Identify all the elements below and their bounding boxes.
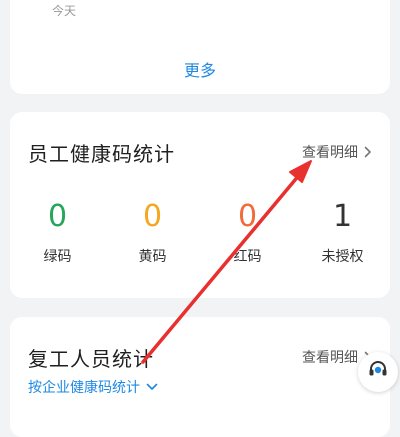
view-details-label: 查看明细	[302, 145, 358, 161]
yellow-code-count: 0	[142, 199, 163, 234]
today-card: 今天 更多	[10, 0, 390, 94]
yellow-code-label: 黄码	[138, 249, 167, 265]
unauthorized-label: 未授权	[321, 249, 364, 265]
green-code-count: 0	[47, 199, 68, 234]
stat-yellow-code[interactable]: 0 黄码	[105, 200, 200, 266]
customer-service-icon	[366, 358, 390, 386]
health-code-stats-row: 0 绿码 0 黄码 0 红码 1 未授权	[10, 200, 390, 266]
chevron-right-icon	[364, 146, 372, 158]
health-code-filter-dropdown[interactable]: 按企业健康码统计	[28, 377, 158, 397]
health-code-stats-card: 员工健康码统计 查看明细 0 绿码 0 黄码 0 红码 1 未授权	[10, 112, 390, 298]
return-work-stats-card: 复工人员统计 查看明细 按企业健康码统计	[10, 317, 390, 437]
health-view-details-link[interactable]: 查看明细	[302, 142, 372, 162]
chevron-down-icon	[146, 383, 158, 391]
stat-green-code[interactable]: 0 绿码	[10, 200, 105, 266]
filter-label: 按企业健康码统计	[28, 380, 140, 396]
stat-red-code[interactable]: 0 红码	[200, 200, 295, 266]
return-work-stats-title: 复工人员统计	[28, 347, 154, 371]
red-code-label: 红码	[233, 249, 262, 265]
unauthorized-count: 1	[332, 199, 353, 234]
view-details-label: 查看明细	[302, 350, 358, 366]
green-code-label: 绿码	[43, 249, 72, 265]
stat-unauthorized[interactable]: 1 未授权	[295, 200, 390, 266]
customer-service-button[interactable]	[358, 352, 398, 392]
red-code-count: 0	[237, 199, 258, 234]
health-code-stats-title: 员工健康码统计	[28, 142, 175, 166]
more-button[interactable]: 更多	[10, 57, 390, 81]
today-label: 今天	[52, 4, 77, 18]
